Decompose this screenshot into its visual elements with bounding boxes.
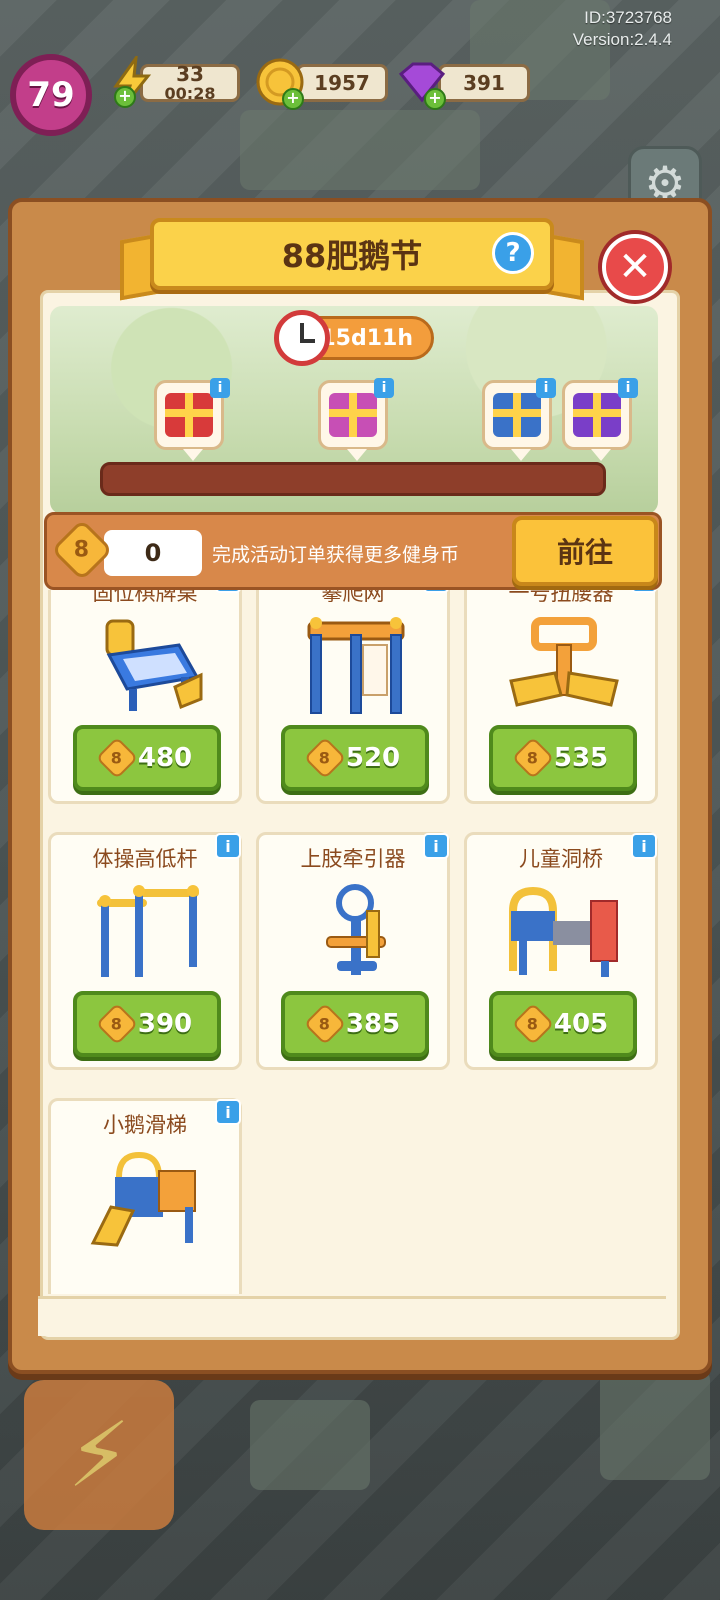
level-number: 79 [27,75,75,115]
coins-box[interactable]: 1957 [296,64,388,102]
modal-bottom-edge [38,1296,666,1336]
coins-add-icon[interactable]: + [282,88,304,110]
fitness-coin-icon: 8 [50,518,114,582]
shop-item-name: 攀爬网 [321,590,385,605]
goto-button[interactable]: 前往 [512,516,658,586]
item-info-icon[interactable]: i [423,833,449,859]
fitness-coin-icon: 8 [95,736,139,780]
buy-button[interactable]: 8 535 [489,725,637,791]
fitness-coin-icon: 8 [511,1002,555,1046]
kids-tunnel-bridge-icon [505,881,623,981]
slide-icon [493,393,541,437]
purple-gift-icon [573,393,621,437]
buy-button[interactable]: 8 480 [73,725,221,791]
shop-item-name: 体操高低杆 [92,847,198,871]
modal-title: 88肥鹅节 [281,237,423,275]
item-info-icon[interactable]: i [631,833,657,859]
shop-item-grid: 固位棋牌桌8480i攀爬网8520i一号扭腰器8535i体操高低杆8390i上肢… [48,590,660,1294]
item-info-icon[interactable]: i [215,1099,241,1125]
scene-sign [600,1370,710,1480]
chess-table-icon [89,615,207,715]
energy-timer: 00:28 [164,84,216,103]
energy-value: 33 [176,62,204,86]
shop-item-name: 固位棋牌桌 [92,590,198,605]
gems-add-icon[interactable]: + [424,88,446,110]
arm-puller-icon [297,881,415,981]
shop-item-card[interactable]: 体操高低杆 8 390 i [48,832,242,1070]
climbing-net-icon [297,615,415,715]
red-gift-icon [165,393,213,437]
shop-item-card[interactable]: 儿童洞桥 8 405 i [464,832,658,1070]
item-price: 405 [553,1009,609,1039]
scene-equipment [250,1400,370,1490]
shop-item-card[interactable]: 上肢牵引器 8 385 i [256,832,450,1070]
item-info-icon[interactable]: i [215,590,241,593]
buy-button[interactable]: 8 405 [489,991,637,1057]
shop-item-name: 一号扭腰器 [508,590,614,605]
scene-building [240,110,480,190]
shop-item-card[interactable]: 小鹅滑梯 i [48,1098,242,1294]
question-icon[interactable]: ? [492,232,534,274]
reward-4-info-icon[interactable]: i [618,378,638,398]
fitness-coin-count: 0 [104,530,202,576]
fitness-coin-icon: 8 [303,736,347,780]
item-price: 385 [345,1009,401,1039]
item-price: 535 [553,743,609,773]
scene-lightning-sign: ⚡ [24,1380,174,1530]
version-text: Version:2.4.4 [572,30,672,49]
pink-gift-icon [329,393,377,437]
close-icon[interactable]: ✕ [602,234,668,300]
clock-icon [274,310,330,366]
fitness-coin-icon: 8 [95,1002,139,1046]
coins-value: 1957 [314,71,370,95]
shop-item-name: 儿童洞桥 [519,847,603,871]
reward-3-info-icon[interactable]: i [536,378,556,398]
fitness-coin-icon: 8 [511,736,555,780]
buy-button[interactable]: 8 385 [281,991,429,1057]
item-info-icon[interactable]: i [215,833,241,859]
fitness-coin-description: 完成活动订单获得更多健身币 [212,543,460,566]
shop-item-name: 小鹅滑梯 [103,1113,187,1137]
reward-2-info-icon[interactable]: i [374,378,394,398]
item-info-icon[interactable]: i [631,590,657,593]
item-price: 390 [137,1009,193,1039]
reward-1-info-icon[interactable]: i [210,378,230,398]
gems-value: 391 [463,71,505,95]
gems-box[interactable]: 391 [438,64,530,102]
fitness-coin-value: 0 [144,539,162,567]
shop-item-card[interactable]: 固位棋牌桌 8480 i [48,590,242,804]
shop-item-name: 上肢牵引器 [300,847,406,871]
level-badge[interactable]: 79 [10,54,92,136]
item-info-icon[interactable]: i [423,590,449,593]
shop-item-card[interactable]: 一号扭腰器 8535 i [464,590,658,804]
event-progress-bar [100,462,606,496]
item-price: 520 [345,743,401,773]
buy-button[interactable]: 8 390 [73,991,221,1057]
waist-twister-icon [505,615,623,715]
energy-add-icon[interactable]: + [114,86,136,108]
goose-slide-icon [89,1147,207,1247]
fitness-coin-icon: 8 [303,1002,347,1046]
item-price: 480 [137,743,193,773]
player-id-text: ID:3723768 [584,8,672,27]
event-timer-text: 15d11h [320,325,413,351]
shop-item-card[interactable]: 攀爬网 8520 i [256,590,450,804]
uneven-bars-icon [89,881,207,981]
buy-button[interactable]: 8 520 [281,725,429,791]
